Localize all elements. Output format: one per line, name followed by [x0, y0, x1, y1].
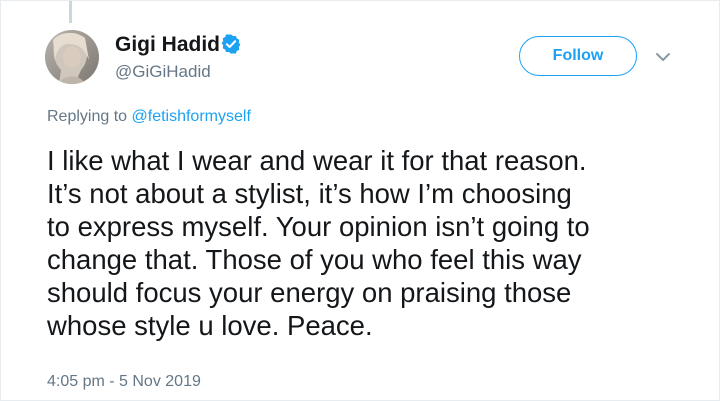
replying-prefix: Replying to [47, 108, 132, 125]
reply-mention-link[interactable]: @fetishformyself [132, 108, 251, 125]
verified-badge-icon [221, 34, 241, 54]
tweet-card: Gigi Hadid @GiGiHadid Follow Replying to… [0, 0, 720, 401]
author-name[interactable]: Gigi Hadid [115, 32, 220, 58]
tweet-text-line: should focus your energy on praising tho… [47, 277, 572, 308]
tweet-text-line: I like what I wear and wear it for that … [47, 145, 587, 176]
chevron-down-icon[interactable] [653, 49, 673, 65]
avatar-image [45, 30, 99, 84]
replying-to: Replying to @fetishformyself [47, 107, 251, 127]
avatar[interactable] [45, 30, 99, 84]
tweet-timestamp[interactable]: 4:05 pm - 5 Nov 2019 [47, 372, 201, 392]
tweet-text-line: to express myself. Your opinion isn’t go… [47, 211, 590, 242]
follow-button[interactable]: Follow [519, 36, 637, 76]
tweet-text-line: change that. Those of you who feel this … [47, 244, 582, 275]
tweet-text: I like what I wear and wear it for that … [47, 144, 697, 342]
tweet-text-line: whose style u love. Peace. [47, 310, 373, 341]
tweet-text-line: It’s not about a stylist, it’s how I’m c… [47, 178, 572, 209]
thread-connector-line [69, 1, 72, 23]
author-handle[interactable]: @GiGiHadid [115, 61, 211, 83]
